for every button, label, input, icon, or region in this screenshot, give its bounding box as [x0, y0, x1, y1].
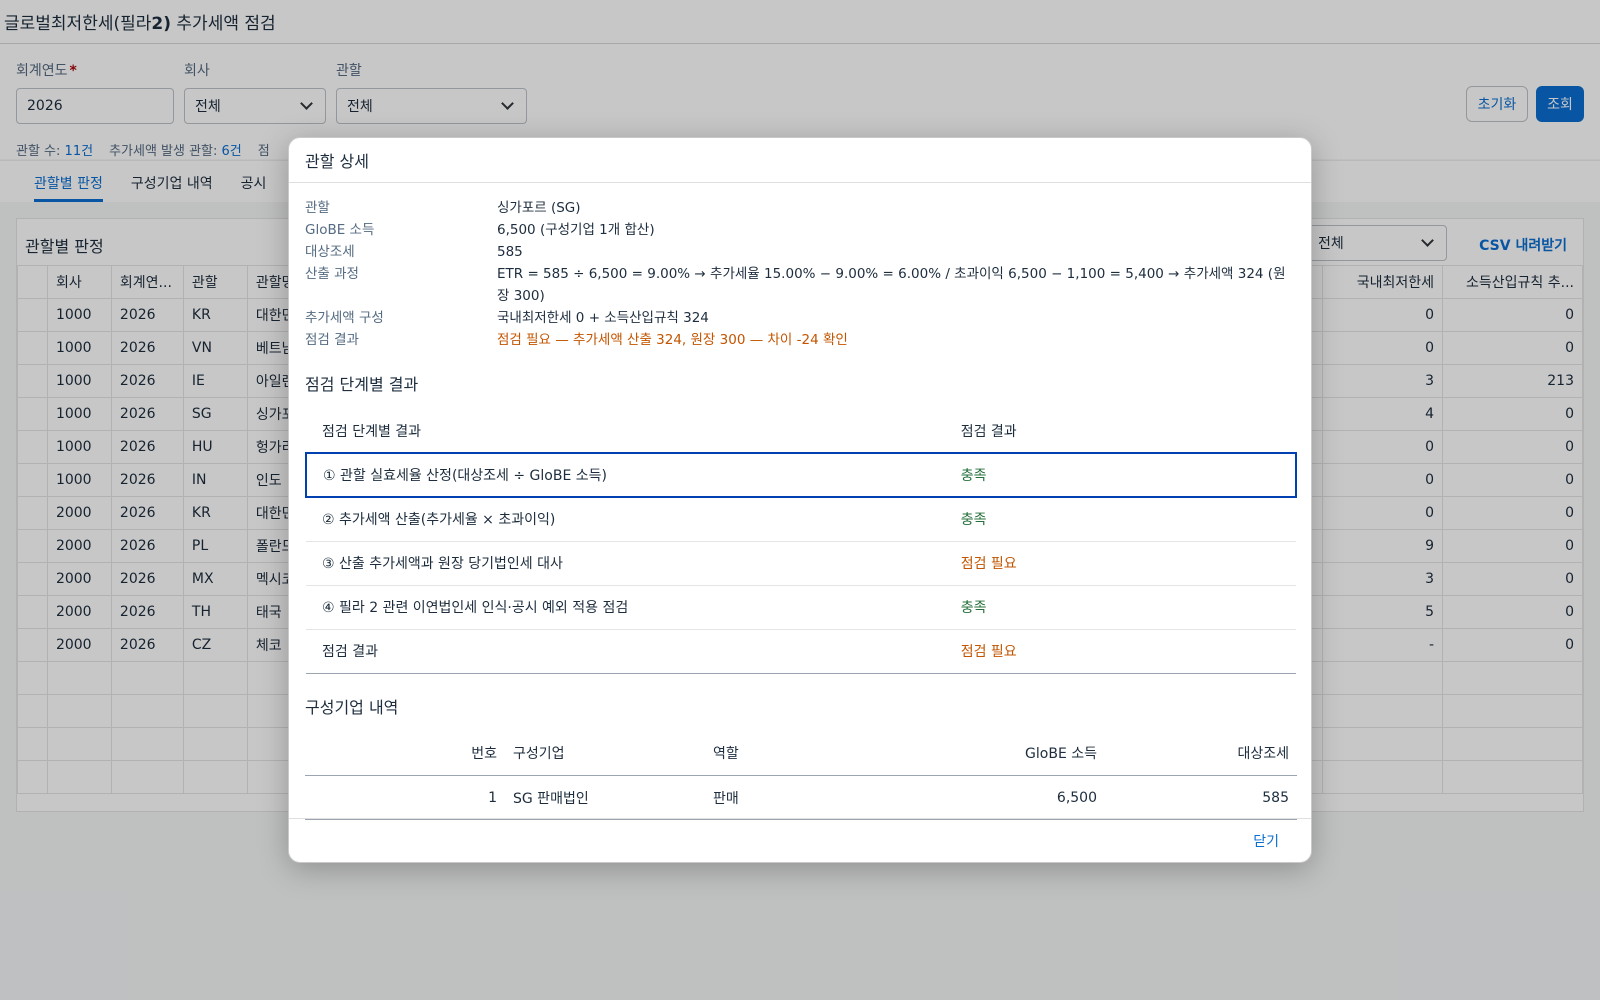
detail-row: GloBE 소득 6,500 (구성기업 1개 합산) [305, 219, 1295, 241]
detail-value: 점검 필요 — 추가세액 산출 324, 원장 300 — 차이 -24 확인 [497, 332, 848, 348]
detail-row: 관할 싱가포르 (SG) [305, 197, 1295, 219]
column-header: GloBE 소득 [905, 731, 1105, 776]
step-name: ② 추가세액 산출(추가세율 × 초과이익) [306, 497, 945, 542]
detail-value: ETR = 585 ÷ 6,500 = 9.00% → 추가세율 15.00% … [497, 266, 1286, 304]
column-header: 대상조세 [1105, 731, 1297, 776]
detail-value: 6,500 (구성기업 1개 합산) [497, 222, 655, 238]
step-row[interactable]: ④ 필라 2 관련 이연법인세 인식·공시 예외 적용 점검 충족 [306, 585, 1296, 630]
dialog-title: 관할 상세 [305, 152, 369, 171]
detail-row: 점검 결과 점검 필요 — 추가세액 산출 324, 원장 300 — 차이 -2… [305, 329, 1295, 351]
steps-section-title: 점검 단계별 결과 [305, 375, 419, 394]
detail-row: 대상조세 585 [305, 241, 1295, 263]
column-header: 번호 [305, 731, 505, 776]
step-result: 점검 필요 [944, 629, 1296, 674]
step-row[interactable]: ① 관할 실효세율 산정(대상조세 ÷ GloBE 소득) 충족 [305, 452, 1298, 498]
step-result: 충족 [944, 452, 1298, 498]
column-header: 역할 [705, 731, 905, 776]
member-cell: 1 [305, 775, 505, 820]
dialog-header: 관할 상세 [289, 138, 1311, 183]
detail-label: 관할 [305, 200, 330, 216]
detail-label: 산출 과정 [305, 266, 359, 282]
step-row[interactable]: ③ 산출 추가세액과 원장 당기법인세 대사 점검 필요 [306, 541, 1296, 586]
detail-list: 관할 싱가포르 (SG) GloBE 소득 6,500 (구성기업 1개 합산) 대상조… [305, 197, 1295, 351]
detail-row: 산출 과정 ETR = 585 ÷ 6,500 = 9.00% → 추가세율 15… [305, 263, 1295, 307]
step-result: 충족 [944, 497, 1296, 542]
detail-value: 585 [497, 244, 523, 260]
member-row[interactable]: 1 SG 판매법인 판매 6,500 585 [305, 775, 1297, 820]
detail-label: 추가세액 구성 [305, 310, 384, 326]
detail-value: 국내최저한세 0 + 소득산입규칙 324 [497, 310, 709, 326]
jurisdiction-detail-dialog: 관할 상세 관할 싱가포르 (SG) GloBE 소득 6,500 (구성기업 1개 … [288, 137, 1312, 863]
step-name: ④ 필라 2 관련 이연법인세 인식·공시 예외 적용 점검 [306, 585, 945, 630]
column-header: 점검 단계별 결과 [306, 409, 945, 454]
dialog-footer: 닫기 [289, 818, 1311, 862]
member-cell: 판매 [705, 775, 905, 820]
step-name: ① 관할 실효세율 산정(대상조세 ÷ GloBE 소득) [305, 452, 945, 498]
column-header: 구성기업 [505, 731, 705, 776]
member-cell: SG 판매법인 [505, 775, 705, 820]
detail-value: 싱가포르 (SG) [497, 200, 581, 216]
members-header-row: 번호 구성기업 역할 GloBE 소득 대상조세 [305, 731, 1297, 776]
members-table: 번호 구성기업 역할 GloBE 소득 대상조세 1 SG 판매법인 판매 6,500… [305, 731, 1297, 820]
member-cell: 6,500 [905, 775, 1105, 820]
detail-label: 점검 결과 [305, 332, 359, 348]
detail-label: GloBE 소득 [305, 222, 375, 238]
step-result: 점검 필요 [944, 541, 1296, 586]
step-row[interactable]: ② 추가세액 산출(추가세율 × 초과이익) 충족 [306, 497, 1296, 542]
members-section-title: 구성기업 내역 [305, 697, 399, 717]
step-name: 점검 결과 [306, 629, 945, 674]
column-header: 점검 결과 [944, 409, 1296, 454]
detail-row: 추가세액 구성 국내최저한세 0 + 소득산입규칙 324 [305, 307, 1295, 329]
step-name: ③ 산출 추가세액과 원장 당기법인세 대사 [306, 541, 945, 586]
close-button[interactable]: 닫기 [1253, 831, 1279, 851]
detail-label: 대상조세 [305, 244, 355, 260]
step-result: 충족 [944, 585, 1296, 630]
member-cell: 585 [1105, 775, 1297, 820]
steps-header-row: 점검 단계별 결과 점검 결과 [306, 409, 1296, 454]
step-row[interactable]: 점검 결과 점검 필요 [306, 629, 1296, 674]
steps-table: 점검 단계별 결과 점검 결과 ① 관할 실효세율 산정(대상조세 ÷ GloB… [305, 409, 1298, 674]
